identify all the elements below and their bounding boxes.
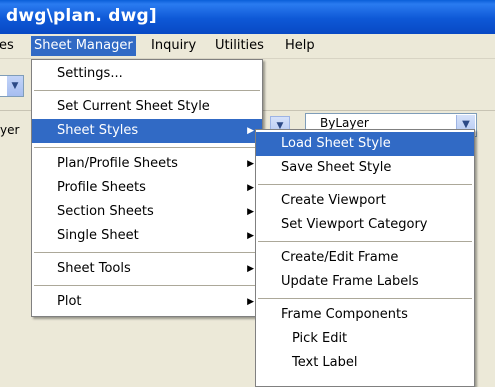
menu-item-label: Create/Edit Frame xyxy=(281,250,399,265)
menu-separator xyxy=(258,184,472,185)
menu-item-help[interactable]: Help xyxy=(282,36,318,56)
menu-item-label: Load Sheet Style xyxy=(281,136,391,151)
submenu-arrow-icon: ▶ xyxy=(247,264,254,274)
menu-separator xyxy=(34,285,260,286)
menu-separator xyxy=(34,90,260,91)
menu-item-modules[interactable]: es xyxy=(0,36,17,56)
menu-item-settings[interactable]: Settings... xyxy=(32,62,262,86)
menu-item-label: Update Frame Labels xyxy=(281,274,419,289)
menu-item-label: Save Sheet Style xyxy=(281,160,392,175)
submenu-arrow-icon: ▶ xyxy=(247,183,254,193)
menu-item-label: Set Current Sheet Style xyxy=(57,99,210,114)
layer-label: yer xyxy=(0,123,20,137)
menu-separator xyxy=(258,298,472,299)
window-title: dwg\plan. dwg] xyxy=(6,6,157,26)
menu-item-pick-edit[interactable]: Pick Edit xyxy=(256,327,474,351)
menu-item-label: Profile Sheets xyxy=(57,180,146,195)
menu-item-label: Create Viewport xyxy=(281,193,386,208)
menu-item-single-sheet[interactable]: Single Sheet ▶ xyxy=(32,224,262,248)
menu-item-label: Text Label xyxy=(292,355,358,370)
menu-separator xyxy=(258,241,472,242)
menu-item-text-label[interactable]: Text Label xyxy=(256,351,474,375)
menu-item-plan-profile-sheets[interactable]: Plan/Profile Sheets ▶ xyxy=(32,152,262,176)
menu-separator xyxy=(34,252,260,253)
menu-item-frame-components[interactable]: Frame Components xyxy=(256,303,474,327)
menu-item-label: Plot xyxy=(57,294,82,309)
menu-item-label: Sheet Tools xyxy=(57,261,131,276)
menu-separator xyxy=(34,147,260,148)
menu-item-load-sheet-style[interactable]: Load Sheet Style xyxy=(256,132,474,156)
submenu-arrow-icon: ▶ xyxy=(247,207,254,217)
submenu-arrow-icon: ▶ xyxy=(247,231,254,241)
sheet-styles-submenu: Load Sheet Style Save Sheet Style Create… xyxy=(255,129,475,387)
sheet-manager-menu: Settings... Set Current Sheet Style Shee… xyxy=(31,59,263,317)
menu-item-section-sheets[interactable]: Section Sheets ▶ xyxy=(32,200,262,224)
menu-item-label: Section Sheets xyxy=(57,204,154,219)
submenu-arrow-icon: ▶ xyxy=(247,159,254,169)
menu-item-sheet-tools[interactable]: Sheet Tools ▶ xyxy=(32,257,262,281)
menu-item-create-viewport[interactable]: Create Viewport xyxy=(256,189,474,213)
menu-item-profile-sheets[interactable]: Profile Sheets ▶ xyxy=(32,176,262,200)
menu-item-plot[interactable]: Plot ▶ xyxy=(32,290,262,314)
menu-item-label: Sheet Styles xyxy=(57,123,139,138)
menu-item-label: Plan/Profile Sheets xyxy=(57,156,178,171)
menu-item-label: Frame Components xyxy=(281,307,408,322)
menu-item-label: Single Sheet xyxy=(57,228,139,243)
submenu-arrow-icon: ▶ xyxy=(247,126,254,136)
menu-item-create-edit-frame[interactable]: Create/Edit Frame xyxy=(256,246,474,270)
menu-item-label: Settings... xyxy=(57,66,123,81)
menu-item-sheet-styles[interactable]: Sheet Styles ▶ xyxy=(32,119,262,143)
menu-item-label: Set Viewport Category xyxy=(281,217,428,232)
submenu-arrow-icon: ▶ xyxy=(247,297,254,307)
chevron-down-icon[interactable]: ▼ xyxy=(7,76,23,96)
menu-item-label: Pick Edit xyxy=(292,331,348,346)
menu-item-inquiry[interactable]: Inquiry xyxy=(148,36,199,56)
menu-item-set-viewport-category[interactable]: Set Viewport Category xyxy=(256,213,474,237)
menu-item-save-sheet-style[interactable]: Save Sheet Style xyxy=(256,156,474,180)
menu-item-sheet-manager[interactable]: Sheet Manager xyxy=(31,36,136,56)
menu-bar: es Sheet Manager Inquiry Utilities Help xyxy=(0,34,495,59)
toolbar-combo[interactable]: ▼ xyxy=(0,75,24,97)
window-title-bar[interactable]: dwg\plan. dwg] xyxy=(0,0,495,34)
linetype-value: ByLayer xyxy=(320,116,369,130)
menu-item-set-current-sheet-style[interactable]: Set Current Sheet Style xyxy=(32,95,262,119)
menu-item-utilities[interactable]: Utilities xyxy=(212,36,267,56)
menu-item-update-frame-labels[interactable]: Update Frame Labels xyxy=(256,270,474,294)
